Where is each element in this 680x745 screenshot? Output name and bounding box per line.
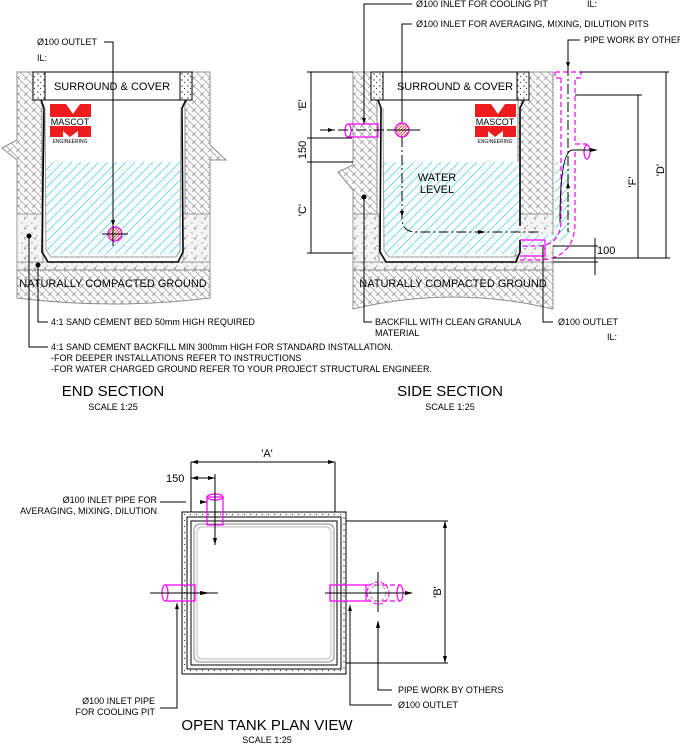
cover-label: SURROUND & COVER <box>54 81 170 93</box>
il-top-label: IL: <box>587 0 597 9</box>
dim-100: 100 <box>597 245 615 257</box>
dim-c: 'C' <box>297 204 309 216</box>
end-section-scale: SCALE 1:25 <box>88 402 138 412</box>
note-backfill-2: -FOR DEEPER INSTALLATIONS REFER TO INSTR… <box>51 353 301 363</box>
inlet-averaging-line2: AVERAGING, MIXING, DILUTION <box>20 506 157 516</box>
inlet-cooling-line1: Ø100 INLET PIPE <box>82 696 155 706</box>
il-bottom-label: IL: <box>607 332 617 342</box>
dim-f: 'F' <box>627 177 639 188</box>
pipe-work-label: PIPE WORK BY OTHERS <box>584 35 680 45</box>
end-section-title: END SECTION <box>62 383 165 400</box>
dim-150: 150 <box>166 473 184 485</box>
technical-drawing: NATURALLY COMPACTED GROUND SURROUND & CO… <box>1 0 680 745</box>
averaging-inlet-symbol <box>389 122 416 138</box>
inlet-cooling-line2: FOR COOLING PIT <box>75 707 155 717</box>
inlet-averaging-line1: Ø100 INLET PIPE FOR <box>63 495 158 505</box>
plan-view: 'A' 150 Ø100 INLET PIPE FOR AVERAGING, M… <box>20 448 503 745</box>
sand-bed <box>352 261 554 271</box>
ground-label: NATURALLY COMPACTED GROUND <box>19 278 206 290</box>
mascot-logo: MASCOT ENGINEERING <box>50 104 91 145</box>
logo-subtitle: ENGINEERING <box>477 139 512 145</box>
mascot-logo: MASCOT ENGINEERING <box>475 104 516 145</box>
dim-150: 150 <box>297 141 309 159</box>
logo-subtitle: ENGINEERING <box>52 139 87 145</box>
cover-label: SURROUND & COVER <box>397 81 513 93</box>
dim-e: 'E' <box>297 99 309 111</box>
dim-d: 'D' <box>655 164 667 176</box>
plan-view-scale: SCALE 1:25 <box>242 735 292 745</box>
note-bed: 4:1 SAND CEMENT BED 50mm HIGH REQUIRED <box>51 317 255 327</box>
plan-view-title: OPEN TANK PLAN VIEW <box>181 717 353 734</box>
dim-b: 'B' <box>432 586 444 598</box>
outlet-label: Ø100 OUTLET <box>37 37 98 47</box>
ground-label: NATURALLY COMPACTED GROUND <box>359 278 546 290</box>
note-backfill-1: 4:1 SAND CEMENT BACKFILL MIN 300mm HIGH … <box>51 342 393 352</box>
inlet-averaging-label: Ø100 INLET FOR AVERAGING, MIXING, DILUTI… <box>416 19 649 29</box>
sand-backfill-right <box>182 213 211 265</box>
il-label: IL: <box>37 53 47 63</box>
logo-name: MASCOT <box>476 117 515 127</box>
logo-name: MASCOT <box>51 117 90 127</box>
inlet-cooling-label: Ø100 INLET FOR COOLING PIT <box>416 0 548 9</box>
dim-a: 'A' <box>261 448 273 460</box>
side-section-title: SIDE SECTION <box>397 383 503 400</box>
outlet-label: Ø100 OUTLET <box>398 700 459 710</box>
sand-backfill-left <box>16 213 44 265</box>
outlet-label: Ø100 OUTLET <box>558 317 619 327</box>
collar-right <box>179 71 193 101</box>
water-level-line2: LEVEL <box>420 184 454 196</box>
note-backfill-3: -FOR WATER CHARGED GROUND REFER TO YOUR … <box>51 364 432 374</box>
side-section-scale: SCALE 1:25 <box>425 402 475 412</box>
sand-bed <box>16 261 211 271</box>
backfill-note-2: MATERIAL <box>375 328 419 338</box>
water-level-line1: WATER <box>418 172 457 184</box>
collar-left <box>32 71 46 101</box>
pipe-work-label: PIPE WORK BY OTHERS <box>398 685 503 695</box>
backfill-note-1: BACKFILL WITH CLEAN GRANULA <box>375 317 521 327</box>
